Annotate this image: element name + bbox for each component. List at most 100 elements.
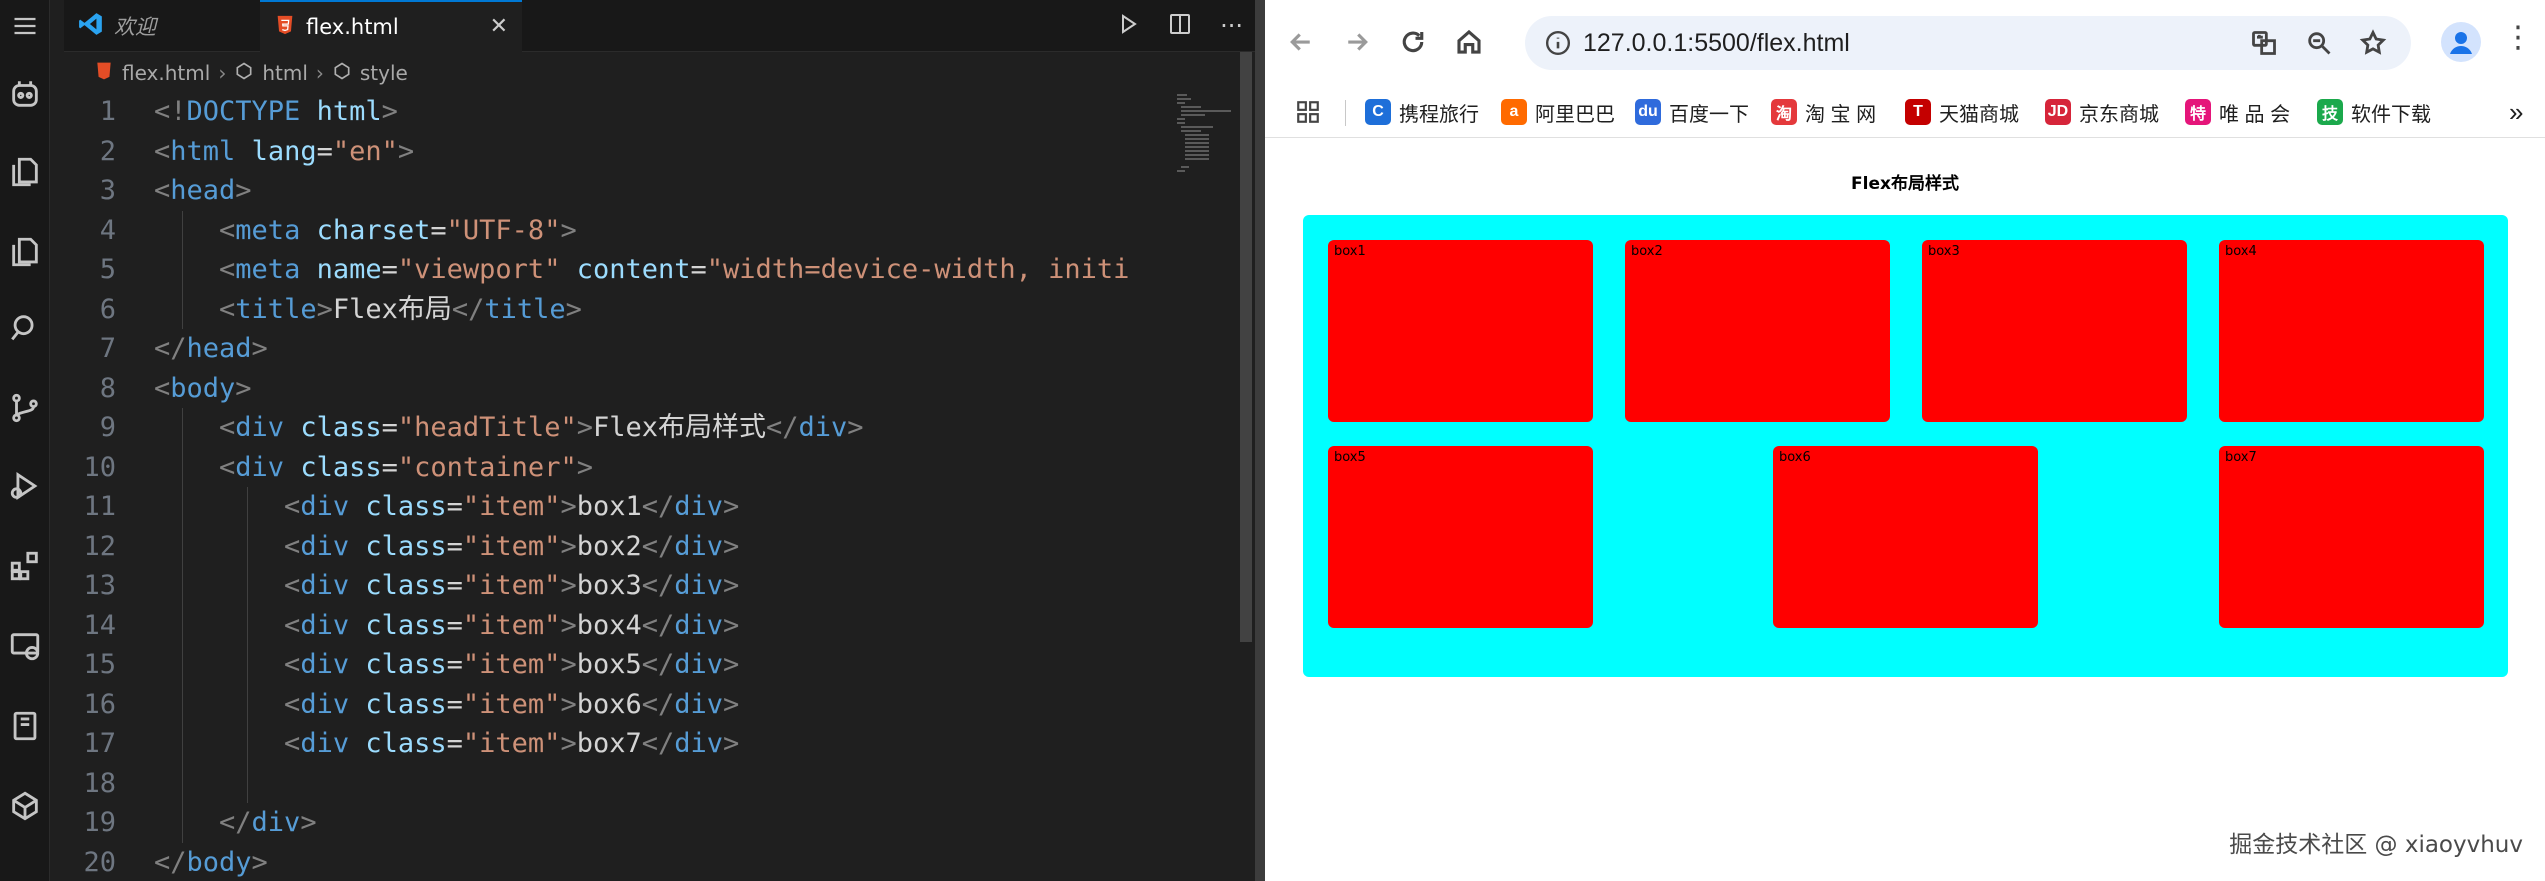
- profile-avatar-icon[interactable]: [2441, 22, 2481, 62]
- bookmark-item[interactable]: 特唯 品 会: [2185, 94, 2290, 130]
- run-icon[interactable]: [1116, 12, 1140, 40]
- code-line[interactable]: 20 </body>: [64, 843, 1174, 881]
- bookmark-item[interactable]: du 百度一下: [1635, 94, 1749, 130]
- copilot-icon[interactable]: [6, 72, 44, 116]
- line-number: 8: [99, 372, 116, 404]
- bookmark-label: 阿里巴巴: [1535, 103, 1615, 126]
- menu-icon[interactable]: [6, 4, 44, 48]
- code-line[interactable]: 6 <title>Flex布局</title>: [64, 290, 1174, 330]
- breadcrumb-file[interactable]: flex.html: [122, 61, 210, 85]
- code-token: >: [560, 214, 577, 246]
- close-icon[interactable]: ✕: [490, 14, 508, 39]
- browser-menu-icon[interactable]: ⋮: [2503, 20, 2533, 55]
- code-line[interactable]: 11 <div class="item">box1</div>: [64, 487, 1174, 527]
- more-bookmarks-icon[interactable]: »: [2509, 94, 2523, 130]
- code-token: >: [235, 372, 252, 404]
- breadcrumb-style[interactable]: style: [360, 61, 408, 85]
- code-token: lang: [251, 135, 317, 167]
- code-token: box2: [576, 530, 642, 562]
- apps-grid-icon[interactable]: [1295, 94, 1321, 130]
- code-token: >: [723, 491, 740, 522]
- forward-icon[interactable]: [1339, 24, 1375, 60]
- code-line[interactable]: 8 <body>: [64, 369, 1174, 409]
- code-line[interactable]: 5 <meta name="viewport" content="width=d…: [64, 250, 1174, 290]
- code-line[interactable]: 4 <meta charset="UTF-8">: [64, 211, 1174, 251]
- source-control-icon[interactable]: [6, 386, 44, 430]
- code-token: meta: [235, 214, 301, 246]
- code-line[interactable]: 3 <head>: [64, 171, 1174, 211]
- code-token: <: [219, 214, 236, 246]
- run-debug-icon[interactable]: [6, 464, 44, 508]
- home-icon[interactable]: [1451, 24, 1487, 60]
- zoom-icon[interactable]: [2305, 29, 2333, 57]
- scrollbar-thumb[interactable]: [1240, 52, 1252, 642]
- code-token: "item": [462, 491, 561, 522]
- bookmark-item[interactable]: 淘淘 宝 网: [1771, 94, 1876, 130]
- browser-window: 127.0.0.1:5500/flex.html ⋮ » C 携程旅行 a 阿里巴巴 d…: [1265, 0, 2545, 881]
- bookmark-label: 天猫商城: [1939, 103, 2019, 126]
- code-line[interactable]: 2 <html lang="en">: [64, 132, 1174, 172]
- window-splitter[interactable]: [1255, 0, 1265, 881]
- address-bar[interactable]: 127.0.0.1:5500/flex.html: [1525, 16, 2411, 70]
- bookmark-item[interactable]: a 阿里巴巴: [1501, 94, 1615, 130]
- url-text[interactable]: 127.0.0.1:5500/flex.html: [1583, 29, 1850, 58]
- more-actions-icon[interactable]: ···: [1220, 12, 1243, 40]
- reload-icon[interactable]: [1395, 24, 1431, 60]
- vscode-window: 欢迎 flex.html ✕ ··· flex.html › html › st…: [0, 0, 1265, 881]
- split-editor-icon[interactable]: [1168, 12, 1192, 40]
- code-line[interactable]: 10 <div class="container">: [64, 448, 1174, 488]
- files-icon[interactable]: [6, 230, 44, 274]
- translate-icon[interactable]: [2250, 29, 2278, 57]
- code-line[interactable]: 14 <div class="item">box4</div>: [64, 606, 1174, 646]
- code-token: >: [723, 728, 740, 759]
- notebook-icon[interactable]: [6, 704, 44, 748]
- back-icon[interactable]: [1283, 24, 1319, 60]
- code-token: class: [365, 491, 447, 522]
- extensions-icon[interactable]: [6, 544, 44, 588]
- remote-explorer-icon[interactable]: [6, 624, 44, 668]
- code-line[interactable]: 15 <div class="item">box5</div>: [64, 645, 1174, 685]
- editor-scrollbar[interactable]: [1237, 52, 1255, 881]
- code-token: <: [154, 135, 171, 167]
- code-token: >: [381, 96, 398, 127]
- code-token: div: [300, 491, 350, 522]
- extension-panel-icon[interactable]: [6, 784, 44, 828]
- code-token: html: [170, 135, 236, 167]
- bookmark-item[interactable]: 技软件下载: [2317, 94, 2431, 130]
- breadcrumb-html[interactable]: html: [262, 61, 308, 85]
- bookmark-label: 淘 宝 网: [1805, 103, 1877, 126]
- bookmark-item[interactable]: JD 京东商城: [2045, 94, 2159, 130]
- explorer-icon[interactable]: [6, 150, 44, 194]
- flex-item: box4: [2219, 240, 2484, 422]
- code-line[interactable]: 16 <div class="item">box6</div>: [64, 685, 1174, 725]
- minimap[interactable]: [1175, 92, 1237, 212]
- code-line[interactable]: 13 <div class="item">box3</div>: [64, 566, 1174, 606]
- site-info-icon[interactable]: [1545, 30, 1571, 56]
- code-line[interactable]: 1 <!DOCTYPE html>: [64, 92, 1174, 132]
- search-icon[interactable]: [6, 306, 44, 350]
- code-token: div: [300, 688, 350, 720]
- bookmark-star-icon[interactable]: [2359, 29, 2387, 57]
- chevron-right-icon: ›: [315, 61, 324, 85]
- tab-flex-html[interactable]: flex.html ✕: [260, 0, 522, 52]
- code-line[interactable]: 17 <div class="item">box7</div>: [64, 724, 1174, 764]
- line-number: 9: [99, 412, 116, 443]
- code-token: div: [674, 728, 724, 759]
- code-line[interactable]: 7 </head>: [64, 329, 1174, 369]
- code-line[interactable]: 9 <div class="headTitle">Flex布局样式</div>: [64, 408, 1174, 448]
- code-token: "en": [332, 135, 398, 167]
- code-editor[interactable]: 1 <!DOCTYPE html> 2 <html lang="en"> 3 <head>…: [64, 92, 1174, 881]
- code-line[interactable]: 12 <div class="item">box2</div>: [64, 527, 1174, 567]
- bookmark-favicon-icon: 淘: [1771, 99, 1797, 125]
- line-number: 3: [99, 175, 116, 206]
- code-line[interactable]: 18: [64, 764, 1174, 804]
- bookmark-item[interactable]: C 携程旅行: [1365, 94, 1479, 130]
- tab-welcome[interactable]: 欢迎: [64, 0, 259, 52]
- html5-icon: [274, 14, 296, 41]
- bookmark-item[interactable]: T 天猫商城: [1905, 94, 2019, 130]
- code-line[interactable]: 19 </div>: [64, 803, 1174, 843]
- code-token: >: [560, 609, 577, 641]
